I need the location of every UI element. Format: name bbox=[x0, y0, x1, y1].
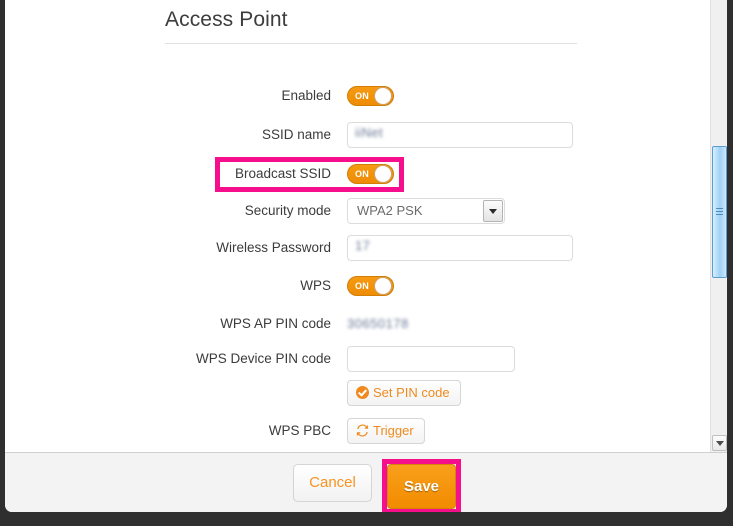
form-row-wps-pbc: WPS PBC Trigger bbox=[165, 417, 595, 445]
toggle-knob-icon bbox=[374, 87, 392, 105]
toggle-broadcast-ssid[interactable]: ON bbox=[347, 164, 394, 184]
title-divider bbox=[165, 43, 577, 44]
control-security-mode: WPA2 PSK bbox=[347, 197, 505, 225]
form-row-wireless-password: Wireless Password 17 bbox=[165, 234, 595, 262]
control-ssid-name: iiNet bbox=[347, 121, 708, 149]
vertical-scrollbar[interactable] bbox=[710, 0, 727, 452]
wps-device-pin-code-input[interactable] bbox=[347, 346, 515, 372]
security-mode-value: WPA2 PSK bbox=[357, 203, 423, 218]
form-row-wps-device-pin-code: WPS Device PIN code bbox=[165, 345, 595, 373]
settings-content-pane: Access Point Enabled ON SSID name iiNet bbox=[5, 0, 708, 452]
trigger-button-label: Trigger bbox=[373, 423, 414, 438]
control-wps: ON bbox=[347, 272, 394, 300]
toggle-knob-icon bbox=[374, 165, 392, 183]
label-wps-ap-pin-code: WPS AP PIN code bbox=[220, 316, 331, 331]
label-wps-device-pin-code: WPS Device PIN code bbox=[195, 351, 331, 366]
toggle-knob-icon bbox=[374, 277, 392, 295]
form-row-wps: WPS ON bbox=[165, 272, 595, 300]
control-enabled: ON bbox=[347, 82, 394, 110]
label-wps: WPS bbox=[300, 278, 331, 293]
control-wps-ap-pin-code: 30650178 bbox=[347, 310, 409, 338]
toggle-wps-state: ON bbox=[355, 281, 370, 291]
form-row-set-pin-code: Set PIN code bbox=[165, 379, 595, 407]
form-row-security-mode: Security mode WPA2 PSK bbox=[165, 197, 595, 225]
toggle-wps[interactable]: ON bbox=[347, 276, 394, 296]
label-broadcast-ssid: Broadcast SSID bbox=[234, 166, 331, 181]
check-circle-icon bbox=[356, 386, 369, 399]
security-mode-select[interactable]: WPA2 PSK bbox=[347, 198, 505, 224]
application-frame: Access Point Enabled ON SSID name iiNet bbox=[0, 0, 733, 526]
set-pin-code-button[interactable]: Set PIN code bbox=[347, 380, 461, 406]
refresh-icon bbox=[356, 421, 369, 437]
wps-ap-pin-code-value: 30650178 bbox=[347, 316, 409, 331]
cancel-button[interactable]: Cancel bbox=[293, 464, 372, 502]
control-wps-pbc: Trigger bbox=[347, 417, 425, 445]
window-body: Access Point Enabled ON SSID name iiNet bbox=[5, 0, 727, 512]
page-title: Access Point bbox=[165, 8, 288, 31]
toggle-enabled[interactable]: ON bbox=[347, 86, 394, 106]
trigger-button[interactable]: Trigger bbox=[347, 418, 425, 444]
ssid-name-input[interactable] bbox=[347, 122, 573, 148]
label-ssid-name: SSID name bbox=[261, 127, 331, 142]
form-row-wps-ap-pin-code: WPS AP PIN code 30650178 bbox=[165, 310, 595, 338]
label-wps-pbc: WPS PBC bbox=[268, 423, 331, 438]
toggle-broadcast-ssid-state: ON bbox=[355, 169, 370, 179]
set-pin-code-button-label: Set PIN code bbox=[373, 385, 450, 400]
label-wireless-password: Wireless Password bbox=[216, 240, 331, 255]
chevron-down-icon[interactable] bbox=[483, 200, 503, 222]
control-broadcast-ssid: ON bbox=[347, 160, 394, 188]
footer-action-bar: Cancel bbox=[5, 452, 727, 512]
wireless-password-input[interactable] bbox=[347, 235, 573, 261]
form-row-enabled: Enabled ON bbox=[165, 82, 595, 110]
control-wps-device-pin-code bbox=[347, 345, 708, 373]
control-set-pin-code: Set PIN code bbox=[347, 379, 461, 407]
label-enabled: Enabled bbox=[281, 88, 331, 103]
scrollbar-thumb[interactable] bbox=[712, 146, 727, 278]
form-row-broadcast-ssid: Broadcast SSID ON bbox=[165, 160, 595, 188]
toggle-enabled-state: ON bbox=[355, 91, 370, 101]
save-button[interactable]: Save bbox=[387, 464, 456, 509]
scrollbar-down-arrow-button[interactable] bbox=[712, 435, 727, 451]
control-wireless-password: 17 bbox=[347, 234, 708, 262]
scrollbar-grip-icon bbox=[716, 208, 723, 216]
label-security-mode: Security mode bbox=[244, 203, 331, 218]
form-row-ssid-name: SSID name iiNet bbox=[165, 121, 595, 149]
